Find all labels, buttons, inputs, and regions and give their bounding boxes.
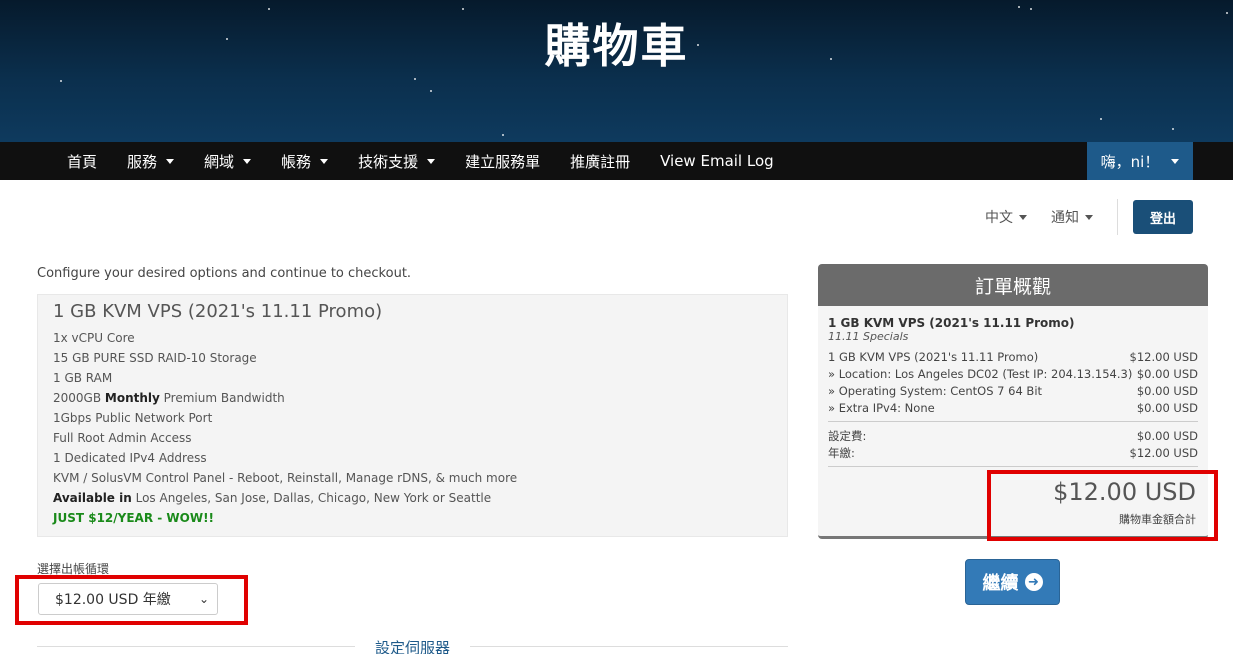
notifications-menu[interactable]: 通知 <box>1051 207 1093 227</box>
nav-services[interactable]: 服務 <box>112 142 189 180</box>
order-summary-title: 訂單概觀 <box>818 264 1208 306</box>
annual-fee-line: 年繳: $12.00 USD <box>828 446 1198 460</box>
caret-down-icon <box>1019 214 1027 220</box>
feature-line: KVM / SolusVM Control Panel - Reboot, Re… <box>53 471 518 485</box>
utility-bar: 中文 通知 登出 <box>985 199 1193 235</box>
nav-home[interactable]: 首頁 <box>52 142 112 180</box>
divider <box>828 466 1198 467</box>
highlight-box <box>987 470 1218 541</box>
caret-down-icon <box>1085 214 1093 220</box>
nav-billing[interactable]: 帳務 <box>266 142 343 180</box>
star <box>60 80 62 82</box>
nav-affiliates[interactable]: 推廣註冊 <box>555 142 645 180</box>
promo-text: JUST $12/YEAR - WOW!! <box>53 511 215 525</box>
hero-banner: 購物車 <box>0 0 1233 142</box>
setup-fee-line: 設定費: $0.00 USD <box>828 429 1198 443</box>
caret-down-icon <box>320 158 329 164</box>
feature-line: Available in Los Angeles, San Jose, Dall… <box>53 491 492 505</box>
summary-line: 1 GB KVM VPS (2021's 11.11 Promo) $12.00 … <box>828 350 1198 364</box>
caret-down-icon <box>427 158 436 164</box>
summary-line: » Operating System: CentOS 7 64 Bit $0.00… <box>828 384 1198 398</box>
product-name: 1 GB KVM VPS (2021's 11.11 Promo) <box>53 301 383 322</box>
logout-button[interactable]: 登出 <box>1133 200 1193 234</box>
nav-domains[interactable]: 網域 <box>189 142 266 180</box>
feature-line: 1Gbps Public Network Port <box>53 411 213 425</box>
summary-line: » Location: Los Angeles DC02 (Test IP: 2… <box>828 367 1198 381</box>
language-selector[interactable]: 中文 <box>985 207 1027 227</box>
feature-line: 1 Dedicated IPv4 Address <box>53 451 207 465</box>
star <box>430 90 432 92</box>
star <box>502 134 504 136</box>
feature-line: 1x vCPU Core <box>53 331 135 345</box>
summary-product-group: 11.11 Specials <box>828 330 909 343</box>
feature-line: 2000GB Monthly Premium Bandwidth <box>53 391 285 405</box>
main-navbar: 首頁 服務 網域 帳務 技術支援 建立服務單 推廣註冊 View Email L… <box>0 142 1233 180</box>
summary-line: » Extra IPv4: None $0.00 USD <box>828 401 1198 415</box>
user-menu[interactable]: 嗨，ni！ <box>1087 142 1193 180</box>
product-info-panel: 1 GB KVM VPS (2021's 11.11 Promo) 1x vCP… <box>37 294 788 537</box>
intro-text: Configure your desired options and conti… <box>37 266 412 281</box>
page-title: 購物車 <box>544 19 689 73</box>
caret-down-icon <box>1171 158 1180 164</box>
star <box>1018 6 1020 8</box>
nav-email-log[interactable]: View Email Log <box>645 142 789 180</box>
divider <box>828 421 1198 422</box>
feature-line: 1 GB RAM <box>53 371 113 385</box>
arrow-right-icon: ➜ <box>1024 573 1043 591</box>
nav-list: 首頁 服務 網域 帳務 技術支援 建立服務單 推廣註冊 View Email L… <box>52 142 789 180</box>
star <box>1100 118 1102 120</box>
feature-line: Full Root Admin Access <box>53 431 192 445</box>
summary-product-name: 1 GB KVM VPS (2021's 11.11 Promo) <box>828 316 1075 330</box>
divider <box>1117 199 1118 235</box>
nav-open-ticket[interactable]: 建立服務單 <box>450 142 555 180</box>
feature-line: 15 GB PURE SSD RAID-10 Storage <box>53 351 257 365</box>
star <box>414 78 416 80</box>
user-greeting: 嗨，ni！ <box>1100 152 1160 171</box>
caret-down-icon <box>243 158 252 164</box>
order-summary-body: 1 GB KVM VPS (2021's 11.11 Promo) 11.11 … <box>818 306 1208 467</box>
star <box>1172 128 1174 130</box>
nav-support[interactable]: 技術支援 <box>343 142 450 180</box>
highlight-box <box>15 575 248 625</box>
configure-server-heading: 設定伺服器 <box>355 637 470 654</box>
caret-down-icon <box>166 158 175 164</box>
continue-button[interactable]: 繼續 ➜ <box>965 559 1060 605</box>
